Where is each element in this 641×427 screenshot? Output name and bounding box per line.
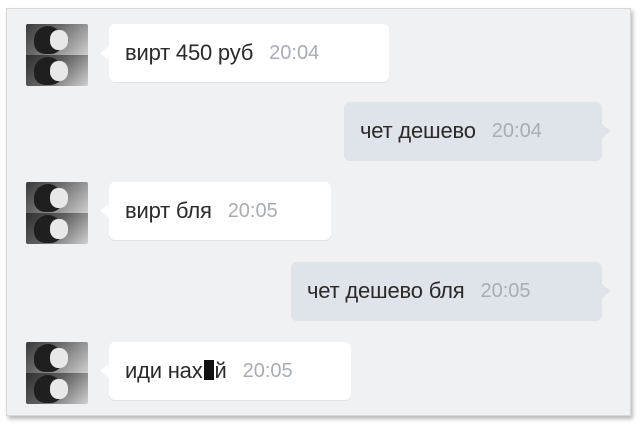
message-time: 20:05 <box>480 279 531 302</box>
message-time: 20:05 <box>242 359 293 382</box>
avatar[interactable] <box>26 342 88 404</box>
message-bubble-incoming[interactable]: вирт бля 20:05 <box>100 182 331 240</box>
avatar-photo-top <box>26 24 88 55</box>
message-text: чет дешево <box>360 118 476 143</box>
avatar-photo-bottom <box>26 55 88 86</box>
censor-block <box>203 360 214 380</box>
message-bubble-outgoing[interactable]: чет дешево 20:04 <box>344 102 611 160</box>
avatar-photo-bottom <box>26 213 88 244</box>
message-time: 20:05 <box>227 199 278 222</box>
message-text: иди нах й <box>125 358 227 384</box>
message-time: 20:04 <box>269 41 320 64</box>
message-text-start: иди нах <box>125 358 203 383</box>
avatar-photo-top <box>26 182 88 213</box>
chat-window: вирт 450 руб 20:04 чет дешево 20:04 вирт… <box>6 8 631 416</box>
message-text: вирт бля <box>125 198 212 223</box>
message-text-end: й <box>214 358 227 383</box>
avatar[interactable] <box>26 24 88 86</box>
message-bubble-incoming[interactable]: вирт 450 руб 20:04 <box>100 24 389 82</box>
message-bubble-outgoing[interactable]: чет дешево бля 20:05 <box>291 262 611 320</box>
avatar-photo-bottom <box>26 373 88 404</box>
avatar-photo-top <box>26 342 88 373</box>
avatar[interactable] <box>26 182 88 244</box>
message-text: чет дешево бля <box>307 278 465 303</box>
message-time: 20:04 <box>491 119 542 142</box>
message-text: вирт 450 руб <box>125 40 254 65</box>
message-bubble-incoming[interactable]: иди нах й 20:05 <box>100 342 351 400</box>
